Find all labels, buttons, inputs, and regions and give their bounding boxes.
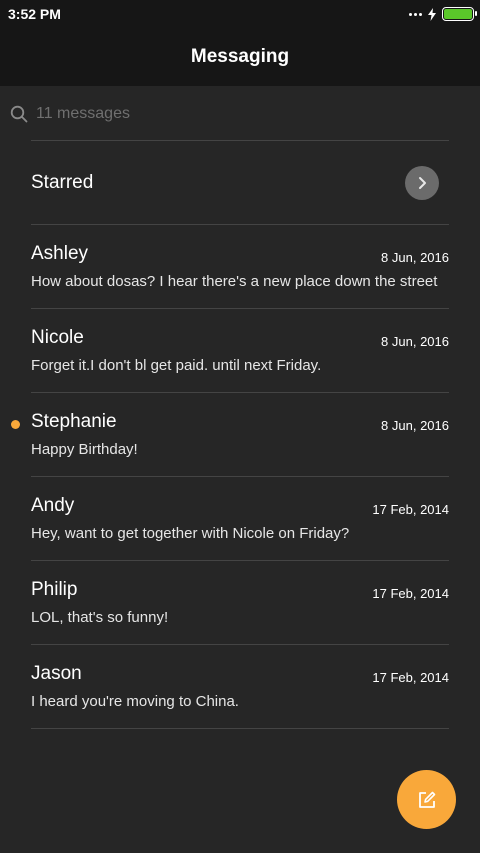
charging-icon — [428, 7, 436, 21]
contact-name: Stephanie — [31, 411, 117, 432]
conversation-item[interactable]: Stephanie 8 Jun, 2016 Happy Birthday! — [0, 393, 480, 477]
message-preview: Forget it.I don't bl get paid. until nex… — [31, 357, 322, 374]
conversation-item[interactable]: Ashley 8 Jun, 2016 How about dosas? I he… — [0, 225, 480, 309]
contact-name: Ashley — [31, 243, 89, 264]
more-notifications-icon — [409, 12, 422, 16]
message-date: 17 Feb, 2014 — [372, 502, 449, 517]
battery-level — [444, 9, 472, 19]
message-preview: Happy Birthday! — [31, 441, 138, 458]
message-date: 17 Feb, 2014 — [372, 670, 449, 685]
contact-name: Philip — [31, 579, 78, 600]
contact-name: Nicole — [31, 327, 84, 348]
battery-icon — [442, 7, 477, 21]
contact-name: Andy — [31, 495, 75, 516]
unread-indicator — [11, 420, 20, 429]
divider — [31, 728, 449, 729]
message-date: 8 Jun, 2016 — [381, 250, 449, 265]
message-date: 8 Jun, 2016 — [381, 334, 449, 349]
compose-icon — [418, 791, 435, 808]
conversation-item[interactable]: Jason 17 Feb, 2014 I heard you're moving… — [0, 645, 480, 729]
status-icons — [409, 7, 477, 21]
starred-row[interactable]: Starred — [0, 141, 480, 224]
search-icon — [10, 105, 28, 122]
message-preview: How about dosas? I hear there's a new pl… — [31, 273, 438, 290]
compose-button[interactable] — [397, 770, 456, 829]
search-input[interactable] — [36, 104, 436, 123]
status-time: 3:52 PM — [8, 6, 61, 22]
search-bar[interactable] — [0, 86, 480, 141]
app-bar: Messaging — [0, 28, 480, 86]
message-date: 8 Jun, 2016 — [381, 418, 449, 433]
message-preview: I heard you're moving to China. — [31, 693, 239, 710]
conversation-item[interactable]: Nicole 8 Jun, 2016 Forget it.I don't bl … — [0, 309, 480, 393]
conversation-item[interactable]: Philip 17 Feb, 2014 LOL, that's so funny… — [0, 561, 480, 645]
chevron-right-icon[interactable] — [405, 165, 439, 200]
starred-label: Starred — [31, 171, 94, 193]
page-title: Messaging — [190, 46, 290, 67]
conversation-item[interactable]: Andy 17 Feb, 2014 Hey, want to get toget… — [0, 477, 480, 561]
status-bar: 3:52 PM — [0, 0, 480, 28]
message-preview: Hey, want to get together with Nicole on… — [31, 525, 350, 542]
message-preview: LOL, that's so funny! — [31, 609, 169, 626]
message-date: 17 Feb, 2014 — [372, 586, 449, 601]
contact-name: Jason — [31, 663, 82, 684]
